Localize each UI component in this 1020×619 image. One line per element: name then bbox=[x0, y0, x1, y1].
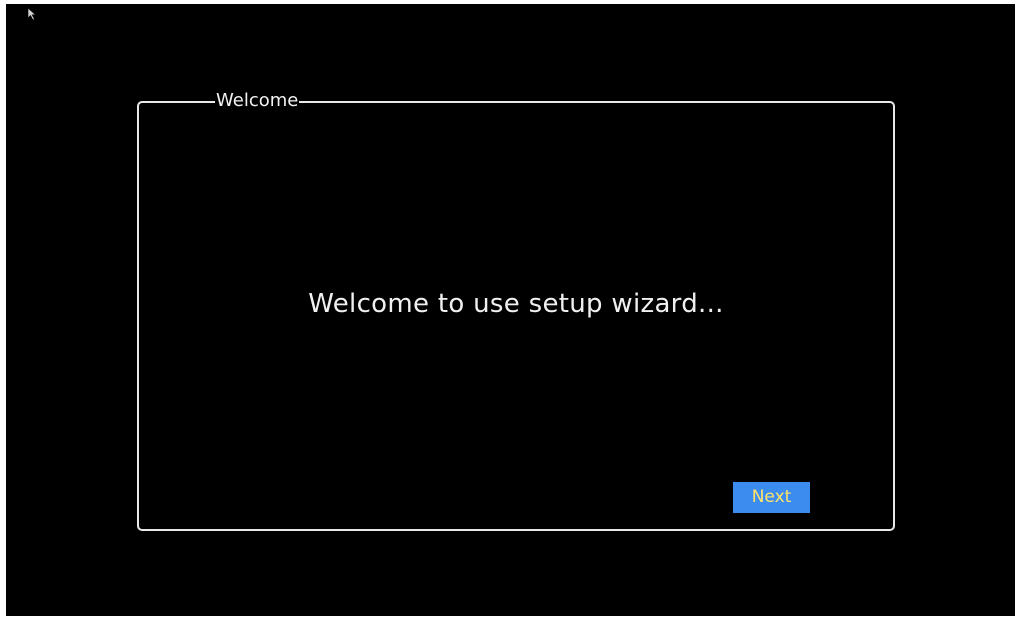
next-button[interactable]: Next bbox=[733, 482, 810, 513]
welcome-panel: Welcome Welcome to use setup wizard... N… bbox=[137, 90, 895, 531]
welcome-message: Welcome to use setup wizard... bbox=[308, 289, 724, 319]
mouse-pointer-icon bbox=[27, 7, 37, 21]
setup-screen: Welcome Welcome to use setup wizard... N… bbox=[6, 4, 1015, 616]
panel-title: Welcome bbox=[215, 90, 300, 112]
